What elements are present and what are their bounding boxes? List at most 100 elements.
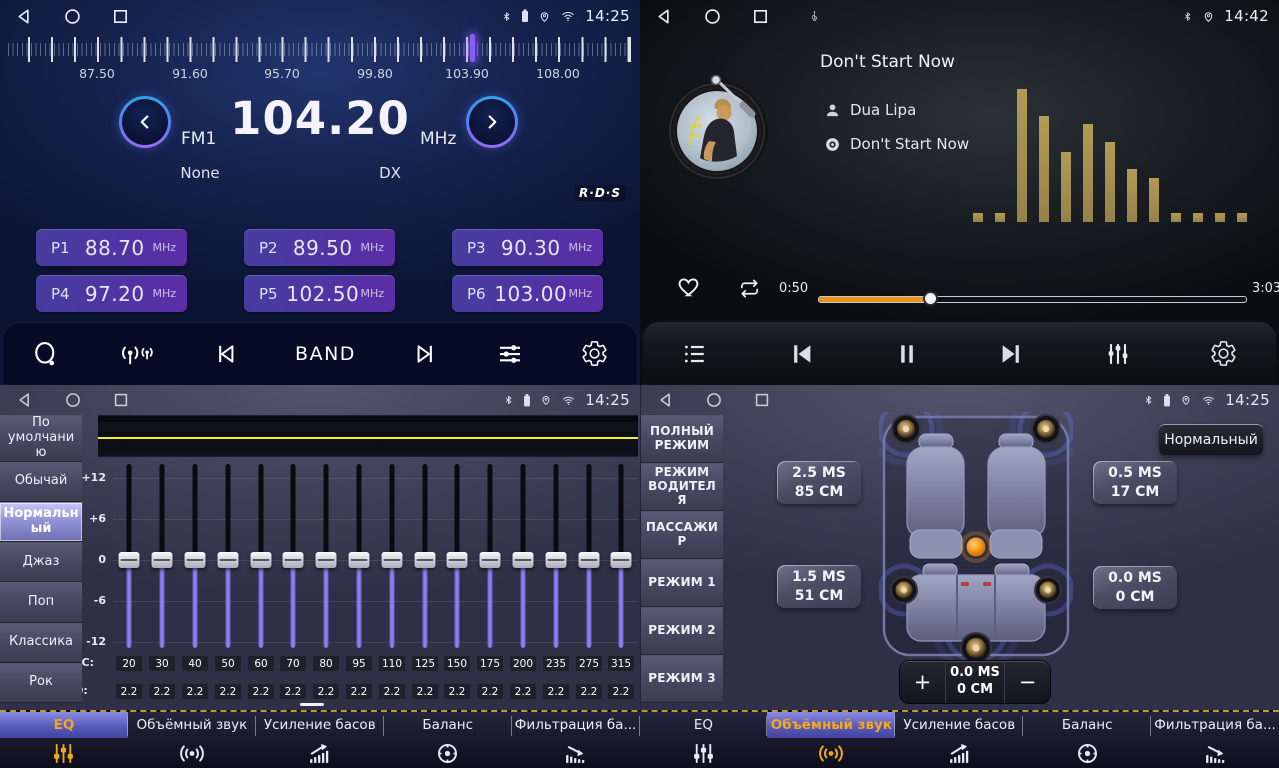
progress-thumb[interactable] [923, 291, 938, 306]
preset-button-p6[interactable]: P6103.00MHz [452, 275, 603, 312]
preset-button-p2[interactable]: P289.50MHz [244, 229, 395, 266]
q-value[interactable]: 2.2 [411, 683, 439, 700]
progress-bar[interactable] [818, 296, 1247, 303]
nav-recents-button[interactable] [751, 390, 772, 411]
nav-home-button[interactable] [702, 6, 723, 27]
nav-home-button[interactable] [62, 390, 83, 411]
q-value[interactable]: 2.2 [181, 683, 209, 700]
slider-handle[interactable] [251, 552, 272, 568]
slider-handle[interactable] [513, 552, 534, 568]
eq-band-slider-95hz[interactable] [345, 462, 373, 655]
sound-mode-item-5[interactable]: РЕЖИМ 3 [641, 655, 723, 703]
eq-band-slider-110hz[interactable] [378, 462, 406, 655]
eq-band-slider-150hz[interactable] [443, 462, 471, 655]
slider-handle[interactable] [480, 552, 501, 568]
delay-decrease-button[interactable]: − [1005, 661, 1050, 703]
q-value[interactable]: 2.2 [148, 683, 176, 700]
q-value[interactable]: 2.2 [279, 683, 307, 700]
delay-rear-right-button[interactable]: 0.0 MS 0 CM [1093, 566, 1177, 609]
eq-band-slider-40hz[interactable] [181, 462, 209, 655]
q-value[interactable]: 2.2 [312, 683, 340, 700]
eq-band-slider-175hz[interactable] [476, 462, 504, 655]
previous-station-icon[interactable] [212, 340, 240, 368]
q-value[interactable]: 2.2 [443, 683, 471, 700]
delay-rear-left-button[interactable]: 1.5 MS 51 CM [777, 565, 861, 608]
eq-band-slider-200hz[interactable] [509, 462, 537, 655]
slider-handle[interactable] [349, 552, 370, 568]
eq-preset-item-6[interactable]: Рок [0, 663, 82, 703]
eq-preset-item-0[interactable]: По умолчанию [0, 415, 82, 462]
nav-back-button[interactable] [14, 390, 35, 411]
slider-handle[interactable] [546, 552, 567, 568]
eq-band-slider-235hz[interactable] [542, 462, 570, 655]
frequency-ruler[interactable] [8, 34, 632, 64]
settings-gear-icon[interactable] [580, 339, 609, 368]
preset-button-p1[interactable]: P188.70MHz [36, 229, 187, 266]
slider-handle[interactable] [382, 552, 403, 568]
q-value[interactable]: 2.2 [214, 683, 242, 700]
sound-screen-tab-0[interactable]: EQ [640, 712, 768, 768]
eq-band-slider-70hz[interactable] [279, 462, 307, 655]
pause-icon[interactable] [893, 340, 921, 368]
q-value[interactable]: 2.2 [115, 683, 143, 700]
preset-button-p5[interactable]: P5102.50MHz [244, 275, 395, 312]
preset-button-p4[interactable]: P497.20MHz [36, 275, 187, 312]
eq-preset-item-1[interactable]: Обычай [0, 462, 82, 502]
favorite-icon[interactable] [676, 274, 703, 299]
nav-back-button[interactable] [654, 6, 675, 27]
playlist-icon[interactable] [681, 340, 709, 368]
delay-front-right-button[interactable]: 0.5 MS 17 CM [1093, 461, 1177, 504]
scan-icon[interactable] [31, 339, 61, 369]
tuning-indicator[interactable] [470, 34, 475, 62]
q-value[interactable]: 2.2 [509, 683, 537, 700]
eq-band-slider-275hz[interactable] [575, 462, 603, 655]
tune-up-button[interactable] [466, 96, 518, 148]
eq-preset-item-4[interactable]: Поп [0, 582, 82, 622]
nav-recents-button[interactable] [750, 6, 771, 27]
repeat-icon[interactable] [737, 277, 762, 300]
slider-handle[interactable] [415, 552, 436, 568]
slider-handle[interactable] [119, 552, 140, 568]
previous-track-icon[interactable] [786, 339, 816, 369]
equalizer-icon[interactable] [1104, 340, 1132, 368]
slider-handle[interactable] [579, 552, 600, 568]
broadcast-dx-icon[interactable] [116, 340, 156, 368]
sound-preset-button[interactable]: Нормальный [1159, 424, 1263, 455]
next-station-icon[interactable] [411, 340, 439, 368]
sound-screen-tab-4[interactable]: Фильтрация ба... [1151, 712, 1279, 768]
band-button[interactable]: BAND [295, 343, 356, 365]
nav-recents-button[interactable] [110, 6, 131, 27]
tune-down-button[interactable] [119, 96, 171, 148]
eq-screen-tab-1[interactable]: Объёмный звук [128, 712, 256, 768]
delay-increase-button[interactable]: + [900, 661, 945, 703]
sound-mode-item-3[interactable]: РЕЖИМ 1 [641, 559, 723, 607]
q-value[interactable]: 2.2 [378, 683, 406, 700]
q-value[interactable]: 2.2 [575, 683, 603, 700]
slider-handle[interactable] [316, 552, 337, 568]
settings-gear-icon[interactable] [1209, 339, 1238, 368]
eq-band-slider-30hz[interactable] [148, 462, 176, 655]
slider-handle[interactable] [185, 552, 206, 568]
preset-button-p3[interactable]: P390.30MHz [452, 229, 603, 266]
nav-back-button[interactable] [655, 390, 676, 411]
eq-screen-tab-0[interactable]: EQ [0, 712, 128, 768]
slider-handle[interactable] [218, 552, 239, 568]
eq-preset-item-5[interactable]: Классика [0, 623, 82, 663]
nav-home-button[interactable] [62, 6, 83, 27]
eq-preset-item-2[interactable]: Нормальный [0, 502, 82, 542]
sound-mode-item-0[interactable]: ПОЛНЫЙ РЕЖИМ [641, 415, 723, 463]
nav-recents-button[interactable] [110, 390, 131, 411]
sound-mode-item-2[interactable]: ПАССАЖИР [641, 511, 723, 559]
eq-band-slider-20hz[interactable] [115, 462, 143, 655]
q-value[interactable]: 2.2 [247, 683, 275, 700]
radio-eq-settings-icon[interactable] [495, 339, 525, 369]
sound-mode-item-1[interactable]: РЕЖИМ ВОДИТЕЛЯ [641, 463, 723, 511]
q-value[interactable]: 2.2 [607, 683, 635, 700]
nav-back-button[interactable] [14, 6, 35, 27]
q-value[interactable]: 2.2 [542, 683, 570, 700]
eq-band-slider-50hz[interactable] [214, 462, 242, 655]
eq-screen-tab-2[interactable]: Усиление басов [256, 712, 384, 768]
slider-handle[interactable] [283, 552, 304, 568]
nav-home-button[interactable] [703, 390, 724, 411]
sound-screen-tab-1[interactable]: Объёмный звук [767, 712, 895, 768]
